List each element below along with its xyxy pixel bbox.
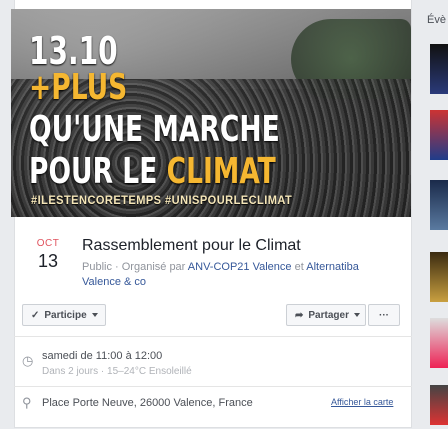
- cover-hashtags: #ILESTENCORETEMPS #UNISPOURLECLIMAT: [31, 193, 293, 207]
- sidebar-thumb-6[interactable]: [430, 385, 448, 425]
- more-icon: ···: [379, 309, 389, 321]
- sidebar-thumb-4[interactable]: [430, 252, 448, 302]
- event-day: 13: [37, 251, 59, 271]
- cover-marche: QU'UNE MARCHE: [29, 109, 280, 150]
- location-pin-icon: ⚲: [22, 395, 32, 410]
- share-arrow-icon: ➦: [295, 309, 304, 321]
- sidebar-thumb-2[interactable]: [430, 110, 448, 160]
- participate-button[interactable]: ✓ Participe: [22, 304, 106, 326]
- clock-icon: ◷: [22, 353, 34, 368]
- divider: [14, 336, 412, 337]
- event-location[interactable]: Place Porte Neuve, 26000 Valence, France: [42, 397, 253, 409]
- chevron-down-icon: [353, 313, 360, 317]
- event-title[interactable]: Rassemblement pour le Climat: [82, 237, 301, 255]
- cover-climat-a: POUR LE: [29, 151, 167, 192]
- more-options-button[interactable]: ···: [368, 304, 400, 326]
- event-privacy: Public: [82, 261, 112, 273]
- event-time-sub: Dans 2 jours · 15–24°C Ensoleillé: [42, 366, 192, 377]
- organizer-link-1[interactable]: ANV-COP21 Valence: [188, 261, 292, 273]
- cover-climat-b: CLIMAT: [166, 151, 276, 192]
- and-label: et: [294, 261, 304, 273]
- event-date: OCT 13: [30, 238, 66, 272]
- event-meta: Public · Organisé par ANV-COP21 Valence …: [82, 261, 359, 288]
- participate-label: Participe: [44, 309, 87, 321]
- check-icon: ✓: [31, 309, 40, 321]
- sidebar-thumb-1[interactable]: [430, 44, 448, 94]
- cover-plus: +PLUS: [29, 67, 128, 108]
- share-label: Partager: [308, 309, 349, 321]
- cover-climat: POUR LE CLIMAT: [29, 151, 276, 192]
- divider: [14, 386, 412, 387]
- event-month: OCT: [36, 238, 60, 249]
- sidebar-thumb-5[interactable]: [430, 318, 448, 368]
- chevron-down-icon: [91, 313, 98, 317]
- show-map-link[interactable]: Afficher la carte: [331, 397, 393, 407]
- event-time[interactable]: samedi de 11:00 à 12:00: [42, 350, 162, 362]
- sidebar-thumb-3[interactable]: [430, 180, 448, 230]
- event-cover-photo[interactable]: 13.10 +PLUS QU'UNE MARCHE POUR LE CLIMAT…: [11, 9, 411, 217]
- organized-by-label: Organisé par: [121, 261, 186, 273]
- sidebar-heading: Évè: [427, 14, 446, 26]
- share-button[interactable]: ➦ Partager: [286, 304, 366, 326]
